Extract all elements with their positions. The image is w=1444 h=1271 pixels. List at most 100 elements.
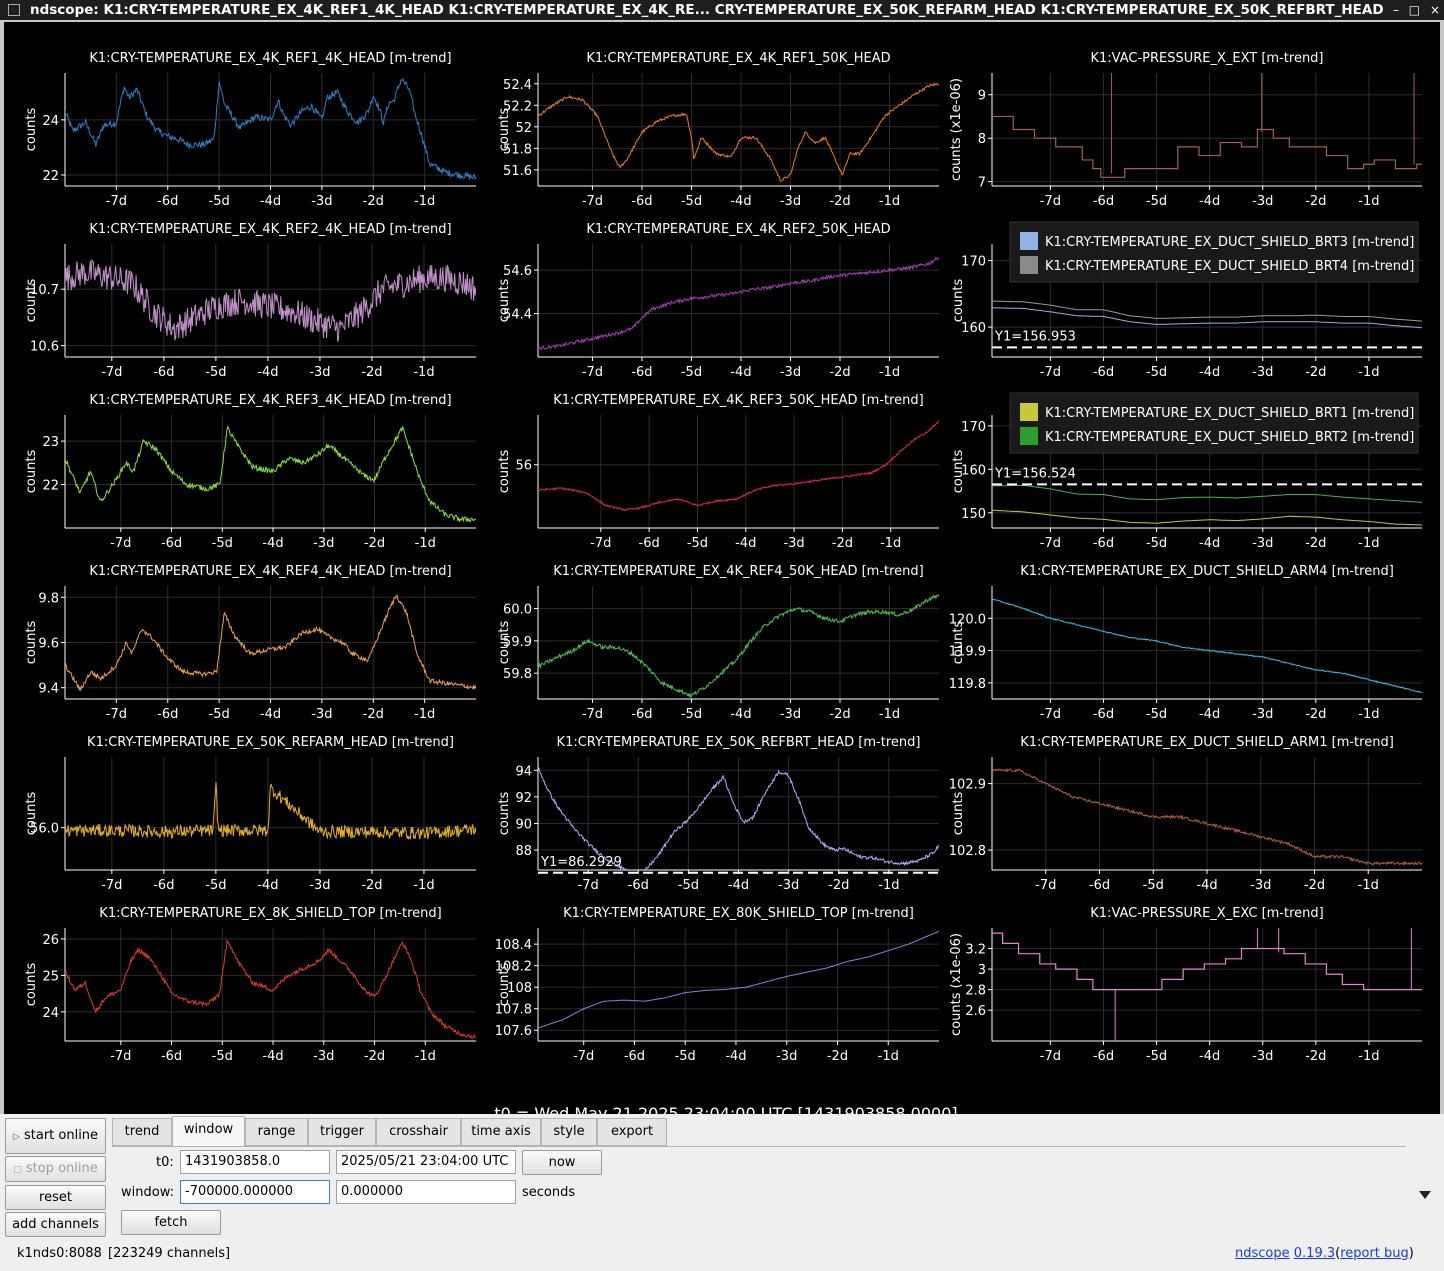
x-tick-label: -1d xyxy=(414,707,435,722)
chart-panel-14[interactable]: K1:CRY-TEMPERATURE_EX_50K_REFBRT_HEAD [m… xyxy=(497,735,939,893)
reset-button[interactable]: reset xyxy=(5,1185,106,1210)
x-tick-label: -1d xyxy=(1358,536,1379,551)
tab-trigger[interactable]: trigger xyxy=(308,1118,376,1146)
chart-panel-16[interactable]: K1:CRY-TEMPERATURE_EX_8K_SHIELD_TOP [m-t… xyxy=(24,906,476,1064)
tab-window[interactable]: window xyxy=(172,1116,245,1146)
now-button[interactable]: now xyxy=(522,1150,602,1175)
start-online-button[interactable]: ▷ start online xyxy=(5,1118,106,1154)
t0-gps-field[interactable]: 1431903858.0 xyxy=(180,1150,330,1174)
server-status: k1nds0:8088 xyxy=(17,1246,102,1261)
window-end-field[interactable]: 0.000000 xyxy=(336,1180,516,1204)
tab-crosshair[interactable]: crosshair xyxy=(376,1118,461,1146)
x-tick-label: -5d xyxy=(205,365,226,380)
x-tick-label: -4d xyxy=(1199,365,1220,380)
y-tick-label: 26 xyxy=(42,933,59,948)
x-tick-label: -5d xyxy=(209,194,230,209)
chart-panel-18[interactable]: K1:VAC-PRESSURE_X_EXC [m-trend] -7d -6d -5d… xyxy=(949,906,1422,1064)
x-tick-label: -6d xyxy=(1093,365,1114,380)
expand-arrow-icon[interactable] xyxy=(1419,1191,1431,1199)
x-tick-label: -1d xyxy=(1358,878,1379,893)
ndscope-link[interactable]: ndscope xyxy=(1235,1246,1290,1261)
chart-panel-12[interactable]: K1:CRY-TEMPERATURE_EX_DUCT_SHIELD_ARM4 [… xyxy=(949,564,1422,722)
series-line xyxy=(992,484,1422,503)
title-bar: ndscope: K1:CRY-TEMPERATURE_EX_4K_REF1_4… xyxy=(0,0,1444,20)
report-bug-link[interactable]: report bug xyxy=(1340,1246,1409,1261)
close-icon[interactable]: × xyxy=(1430,3,1440,17)
chart-title: K1:CRY-TEMPERATURE_EX_4K_REF3_4K_HEAD [m… xyxy=(89,393,451,408)
x-tick-label: -6d xyxy=(631,194,652,209)
tab-style[interactable]: style xyxy=(541,1118,597,1146)
x-tick-label: -6d xyxy=(1093,1049,1114,1064)
chart-panel-6[interactable]: -7d -6d -5d -4d -3d -2d -1d 170 160counts Y1=156.… xyxy=(951,221,1422,380)
x-tick-label: -5d xyxy=(687,536,708,551)
x-tick-label: -3d xyxy=(309,878,330,893)
chart-panel-8[interactable]: K1:CRY-TEMPERATURE_EX_4K_REF3_50K_HEAD [… xyxy=(497,393,939,551)
x-tick-label: -5d xyxy=(1146,1049,1167,1064)
y-tick-label: 7 xyxy=(978,176,986,191)
x-tick-label: -3d xyxy=(313,536,334,551)
tab-time-axis[interactable]: time axis xyxy=(461,1118,541,1146)
y-tick-label: 3 xyxy=(978,963,986,978)
tab-trend[interactable]: trend xyxy=(112,1118,172,1146)
version-link[interactable]: 0.19.3 xyxy=(1294,1246,1335,1261)
y-tick-label: 94 xyxy=(515,764,532,779)
x-tick-label: -1d xyxy=(879,365,900,380)
y-tick-label: 3.2 xyxy=(965,943,986,958)
add-channels-button[interactable]: add channels xyxy=(5,1212,106,1237)
x-tick-label: -7d xyxy=(110,1049,131,1064)
chart-panel-3[interactable]: K1:VAC-PRESSURE_X_EXT [m-trend] -7d -6d -5d… xyxy=(949,51,1422,209)
x-tick-label: -1d xyxy=(413,365,434,380)
chart-panel-9[interactable]: -7d -6d -5d -4d -3d -2d -1d170160150counts Y1=1… xyxy=(951,392,1422,551)
x-tick-label: -4d xyxy=(1199,1049,1220,1064)
y-tick-label: 2.8 xyxy=(965,984,986,999)
stop-online-button[interactable]: □ stop online xyxy=(5,1156,106,1182)
x-tick-label: -1d xyxy=(415,1049,436,1064)
x-tick-label: -5d xyxy=(681,194,702,209)
x-tick-label: -3d xyxy=(780,707,801,722)
chart-panel-15[interactable]: K1:CRY-TEMPERATURE_EX_DUCT_SHIELD_ARM1 [… xyxy=(949,735,1422,893)
x-tick-label: -7d xyxy=(590,536,611,551)
x-tick-label: -3d xyxy=(313,1049,334,1064)
x-tick-label: -3d xyxy=(776,1049,797,1064)
x-tick-label: -4d xyxy=(735,536,756,551)
chart-panel-7[interactable]: K1:CRY-TEMPERATURE_EX_4K_REF3_4K_HEAD [m… xyxy=(24,393,476,551)
series-line xyxy=(538,594,939,698)
x-tick-label: -4d xyxy=(260,707,281,722)
chart-title: K1:CRY-TEMPERATURE_EX_4K_REF4_50K_HEAD [… xyxy=(553,564,924,579)
chart-panel-1[interactable]: K1:CRY-TEMPERATURE_EX_4K_REF1_4K_HEAD [m… xyxy=(24,51,476,209)
x-tick-label: -4d xyxy=(725,1049,746,1064)
x-tick-label: -2d xyxy=(361,878,382,893)
chart-panel-5[interactable]: K1:CRY-TEMPERATURE_EX_4K_REF2_50K_HEAD -7… xyxy=(497,222,939,380)
window-title: ndscope: K1:CRY-TEMPERATURE_EX_4K_REF1_4… xyxy=(30,2,1384,18)
chart-panel-11[interactable]: K1:CRY-TEMPERATURE_EX_4K_REF4_50K_HEAD [… xyxy=(497,564,939,722)
x-tick-label: -2d xyxy=(829,707,850,722)
maximize-icon[interactable]: □ xyxy=(1409,3,1420,17)
x-tick-label: -5d xyxy=(675,1049,696,1064)
y-axis-label: counts xyxy=(24,621,39,665)
y-tick-label: 88 xyxy=(515,844,532,859)
x-tick-label: -7d xyxy=(1040,707,1061,722)
plots-canvas[interactable]: K1:CRY-TEMPERATURE_EX_4K_REF1_4K_HEAD [m… xyxy=(4,22,1440,1114)
chart-panel-4[interactable]: K1:CRY-TEMPERATURE_EX_4K_REF2_4K_HEAD [m… xyxy=(24,222,476,380)
tab-export[interactable]: export xyxy=(597,1118,667,1146)
fetch-button[interactable]: fetch xyxy=(121,1210,221,1235)
plot-area[interactable]: K1:CRY-TEMPERATURE_EX_4K_REF1_4K_HEAD [m… xyxy=(4,22,1440,1123)
x-tick-label: -7d xyxy=(573,1049,594,1064)
y-tick-label: 102.9 xyxy=(949,778,986,793)
tab-range[interactable]: range xyxy=(245,1118,308,1146)
chart-panel-17[interactable]: K1:CRY-TEMPERATURE_EX_80K_SHIELD_TOP [m-… xyxy=(495,906,939,1064)
y-tick-label: 107.6 xyxy=(495,1024,532,1039)
chart-panel-13[interactable]: K1:CRY-TEMPERATURE_EX_50K_REFARM_HEAD [m… xyxy=(24,735,476,893)
y-tick-label: 59.8 xyxy=(503,667,532,682)
window-start-field[interactable]: -700000.000000 xyxy=(180,1180,330,1204)
t0-utc-field[interactable]: 2025/05/21 23:04:00 UTC xyxy=(336,1150,516,1174)
chart-title: K1:CRY-TEMPERATURE_EX_4K_REF4_4K_HEAD [m… xyxy=(89,564,451,579)
chart-panel-2[interactable]: K1:CRY-TEMPERATURE_EX_4K_REF1_50K_HEAD -7… xyxy=(497,51,939,209)
x-tick-label: -2d xyxy=(1305,1049,1326,1064)
minimize-icon[interactable]: – xyxy=(1393,3,1399,17)
x-tick-label: -4d xyxy=(728,878,749,893)
y-axis-label: counts xyxy=(497,108,512,152)
x-tick-label: -5d xyxy=(681,365,702,380)
x-tick-label: -3d xyxy=(1252,536,1273,551)
chart-panel-10[interactable]: K1:CRY-TEMPERATURE_EX_4K_REF4_4K_HEAD [m… xyxy=(24,564,476,722)
